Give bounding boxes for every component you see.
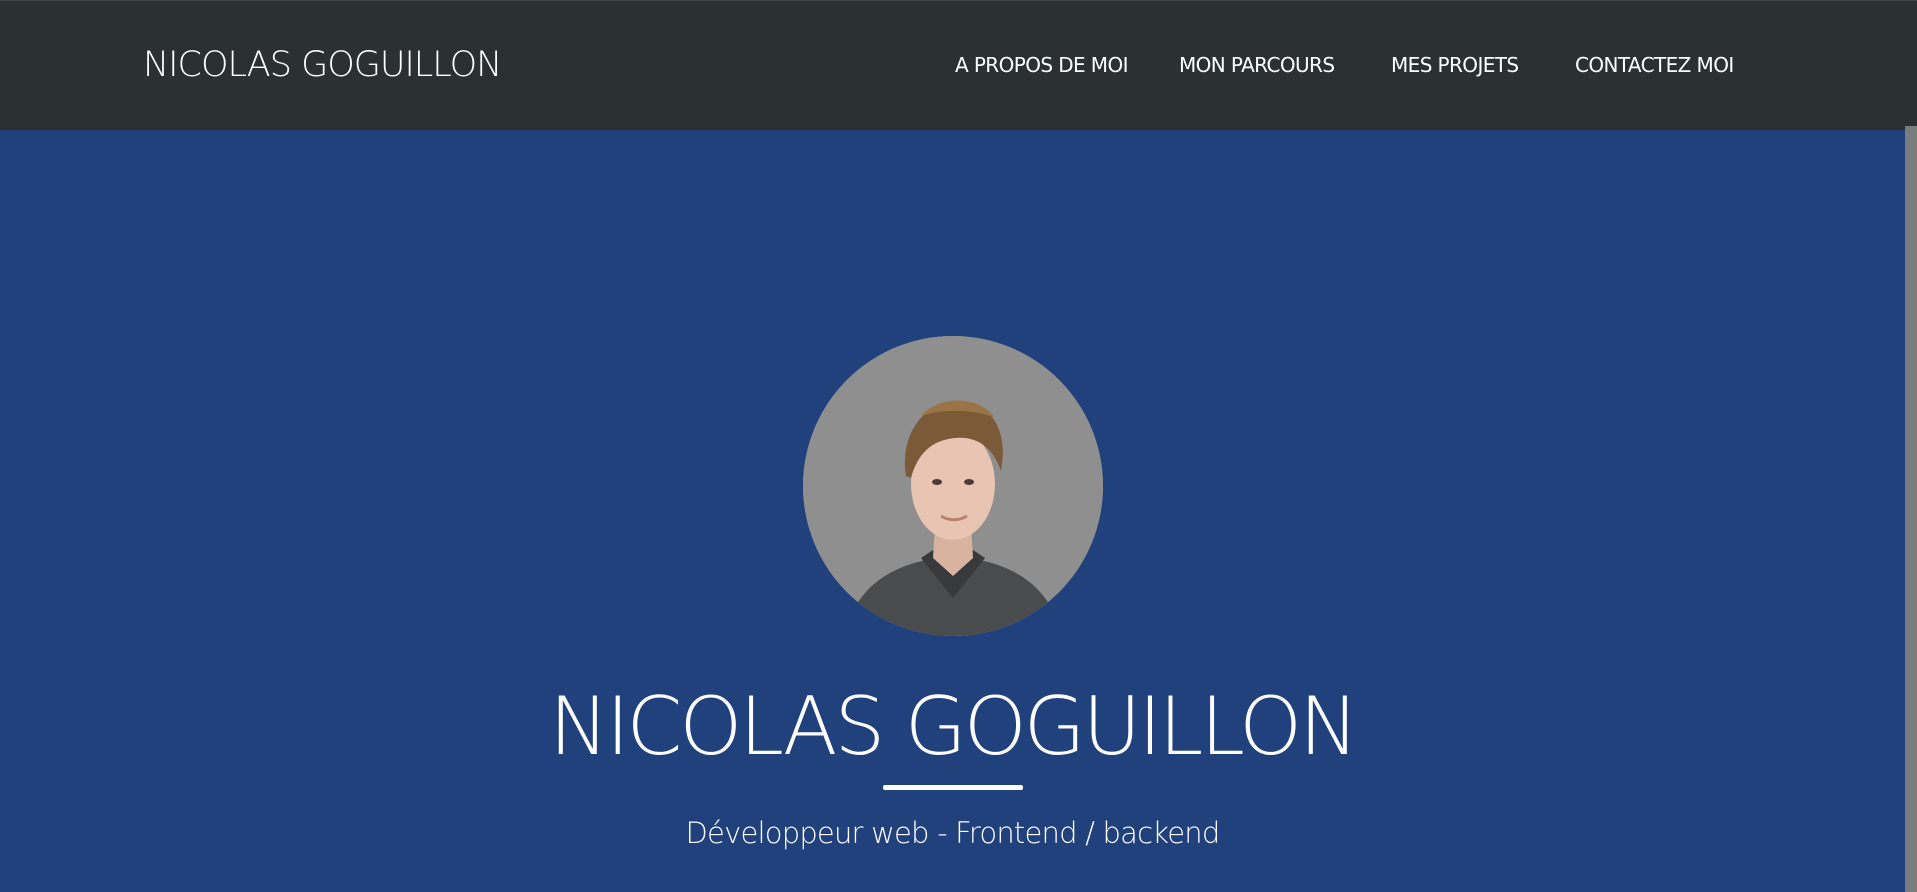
nav-link-contact[interactable]: CONTACTEZ MOI [1575,53,1734,77]
nav-link-projects[interactable]: MES PROJETS [1391,53,1519,77]
nav-link-about[interactable]: A PROPOS DE MOI [955,53,1128,77]
profile-photo-icon [803,336,1103,636]
brand-link[interactable]: NICOLAS GOGUILLON [143,45,502,85]
hero-section: NICOLAS GOGUILLON Développeur web - Fron… [0,130,1905,892]
hero-name: NICOLAS GOGUILLON [549,680,1359,773]
divider [883,785,1023,790]
nav-link-career[interactable]: MON PARCOURS [1179,53,1335,77]
avatar [803,336,1103,636]
hero-subtitle: Développeur web - Frontend / backend [685,816,1221,850]
navbar: NICOLAS GOGUILLON A PROPOS DE MOI MON PA… [0,0,1917,130]
scrollbar[interactable] [1905,126,1917,892]
